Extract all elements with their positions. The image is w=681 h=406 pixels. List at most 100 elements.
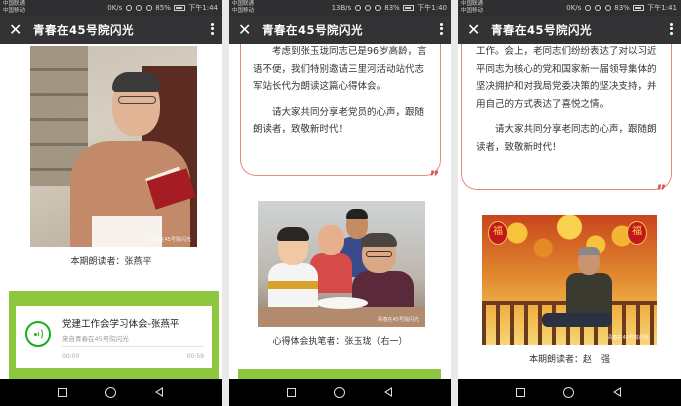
carrier-labels: 中国联通 中国移动: [3, 1, 25, 14]
reader-photo: 福 福 青春在45号院闪光: [482, 215, 657, 345]
man-hair: [346, 209, 368, 219]
quote-paragraph-1: 考虑到张玉珑同志已是96岁高龄，言语不便，我们特别邀请三里河活动站代志军站长代为…: [253, 46, 427, 92]
close-icon[interactable]: ✕: [238, 21, 251, 39]
network-speed: 0K/s: [566, 4, 582, 12]
closing-quote-mark: ”: [656, 181, 667, 200]
status-right: 0K/s 83% 下午1:41: [566, 3, 677, 13]
quote-box: 考虑到张玉珑同志已是96岁高龄，言语不便，我们特别邀请三里河活动站代志军站长代为…: [240, 44, 441, 176]
quote-paragraph-2: 请大家共同分享老同志的心声，跟随朗读者，致敬新时代！: [476, 124, 657, 153]
audio-player-card[interactable]: 党建工作会学习体会-张燕平 来自青春在45号院闪光 00:00 00:59: [16, 306, 212, 368]
signal-icon: [375, 5, 381, 11]
triangle-back-icon[interactable]: [613, 387, 621, 397]
photo-caption: 心得体会执笔者：张玉珑（右一）: [272, 337, 408, 347]
battery-icon: [633, 5, 645, 11]
close-icon[interactable]: ✕: [9, 21, 22, 39]
more-icon[interactable]: [208, 21, 216, 37]
reader-photo: 青春在45号院闪光: [30, 46, 197, 247]
alarm-icon: [354, 5, 361, 11]
quote-box: 工作。会上，老同志们纷纷表达了对以习近平同志为核心的党和国家新一届领导集体的坚决…: [461, 44, 672, 190]
title-bar: ✕ 青春在45号院闪光: [0, 16, 222, 44]
close-icon[interactable]: ✕: [467, 21, 480, 39]
photo-caption: 本期朗读者：赵 强: [528, 355, 610, 365]
signal-icon: [605, 5, 611, 11]
signal-icon: [146, 5, 152, 11]
photo-watermark: 青春在45号院闪光: [149, 237, 191, 243]
triangle-back-icon[interactable]: [155, 387, 163, 397]
person-hair: [112, 72, 160, 92]
photo-watermark: 青春在45号院闪光: [377, 317, 419, 323]
more-icon[interactable]: [437, 21, 445, 37]
man-hair: [578, 247, 600, 255]
title-bar: ✕ 青春在45号院闪光: [229, 16, 451, 44]
wifi-icon: [135, 5, 142, 11]
square-icon[interactable]: [287, 388, 296, 397]
status-bar: 中国联通 中国移动 0K/s 83% 下午1:41: [458, 0, 681, 16]
title-bar: ✕ 青春在45号院闪光: [458, 16, 681, 44]
clock: 下午1:44: [188, 4, 218, 12]
phone-screen-1: 中国联通 中国移动 0K/s 85% 下午1:44 ✕ 青春在45号院闪光 青春…: [0, 0, 222, 406]
screenshot-collage: 中国联通 中国移动 0K/s 85% 下午1:44 ✕ 青春在45号院闪光 青春…: [0, 0, 681, 406]
clock: 下午1:40: [417, 4, 447, 12]
status-bar: 中国联通 中国移动 0K/s 85% 下午1:44: [0, 0, 222, 16]
battery-percent: 83%: [384, 4, 400, 12]
phone-screen-2: 中国联通 中国移动 13B/s 83% 下午1:40 ✕ 青春在45号院闪光 考…: [229, 0, 451, 406]
square-icon[interactable]: [58, 388, 67, 397]
carrier-2: 中国移动: [232, 7, 255, 14]
wifi-icon: [364, 5, 371, 11]
audio-title: 党建工作会学习体会-张燕平: [62, 319, 180, 330]
audio-source: 来自青春在45号院闪光: [62, 335, 129, 343]
android-nav-bar: [0, 379, 222, 406]
woman-head: [318, 225, 344, 255]
quote-paragraph-1: 工作。会上，老同志们纷纷表达了对以习近平同志为核心的党和国家新一届领导集体的坚决…: [476, 46, 657, 110]
phone-screen-3: 中国联通 中国移动 0K/s 83% 下午1:41 ✕ 青春在45号院闪光 工作…: [458, 0, 681, 406]
man-legs: [542, 313, 612, 327]
elder-glasses: [366, 251, 392, 257]
photo-caption: 本期朗读者：张燕平: [70, 257, 152, 267]
android-nav-bar: [458, 379, 681, 406]
status-right: 0K/s 85% 下午1:44: [107, 3, 218, 13]
wifi-icon: [594, 5, 601, 11]
lantern-right: 福: [627, 221, 647, 245]
status-bar: 中国联通 中国移动 13B/s 83% 下午1:40: [229, 0, 451, 16]
quote-paragraph-2: 请大家共同分享老党员的心声，跟随朗读者，致敬新时代！: [253, 106, 425, 136]
network-speed: 13B/s: [331, 4, 352, 12]
audio-current-time: 00:00: [62, 353, 80, 360]
battery-icon: [403, 5, 415, 11]
carrier-1: 中国联通: [232, 1, 255, 7]
triangle-back-icon[interactable]: [384, 387, 392, 397]
battery-percent: 83%: [614, 4, 630, 12]
circle-icon[interactable]: [105, 387, 116, 398]
network-speed: 0K/s: [107, 4, 123, 12]
page-title: 青春在45号院闪光: [262, 23, 364, 37]
alarm-icon: [584, 5, 591, 11]
square-icon[interactable]: [516, 388, 525, 397]
battery-icon: [174, 5, 186, 11]
more-icon[interactable]: [667, 21, 675, 37]
plate: [316, 297, 368, 309]
glasses: [118, 96, 156, 104]
elder-hair: [361, 233, 397, 247]
status-right: 13B/s 83% 下午1:40: [332, 3, 447, 13]
page-title: 青春在45号院闪光: [33, 23, 135, 37]
circle-icon[interactable]: [334, 387, 345, 398]
audio-progress-bar[interactable]: [62, 346, 204, 347]
clock: 下午1:41: [647, 4, 677, 12]
circle-icon[interactable]: [563, 387, 574, 398]
page-title: 青春在45号院闪光: [491, 23, 593, 37]
carrier-1: 中国联通: [3, 1, 26, 7]
carrier-2: 中国移动: [3, 7, 26, 14]
android-nav-bar: [229, 379, 451, 406]
photo-watermark: 青春在45号院闪光: [607, 335, 649, 341]
family-photo: 青春在45号院闪光: [258, 201, 425, 327]
carrier-labels: 中国联通 中国移动: [461, 1, 483, 14]
carrier-labels: 中国联通 中国移动: [232, 1, 254, 14]
carrier-2: 中国移动: [461, 7, 484, 14]
child-hair: [277, 227, 309, 241]
audio-wave-icon[interactable]: [25, 321, 51, 347]
child-stripe: [268, 281, 318, 289]
battery-percent: 85%: [155, 4, 171, 12]
carrier-1: 中国联通: [461, 1, 484, 7]
closing-quote-mark: ”: [429, 167, 440, 186]
alarm-icon: [125, 5, 132, 11]
audio-duration: 00:59: [186, 353, 204, 360]
